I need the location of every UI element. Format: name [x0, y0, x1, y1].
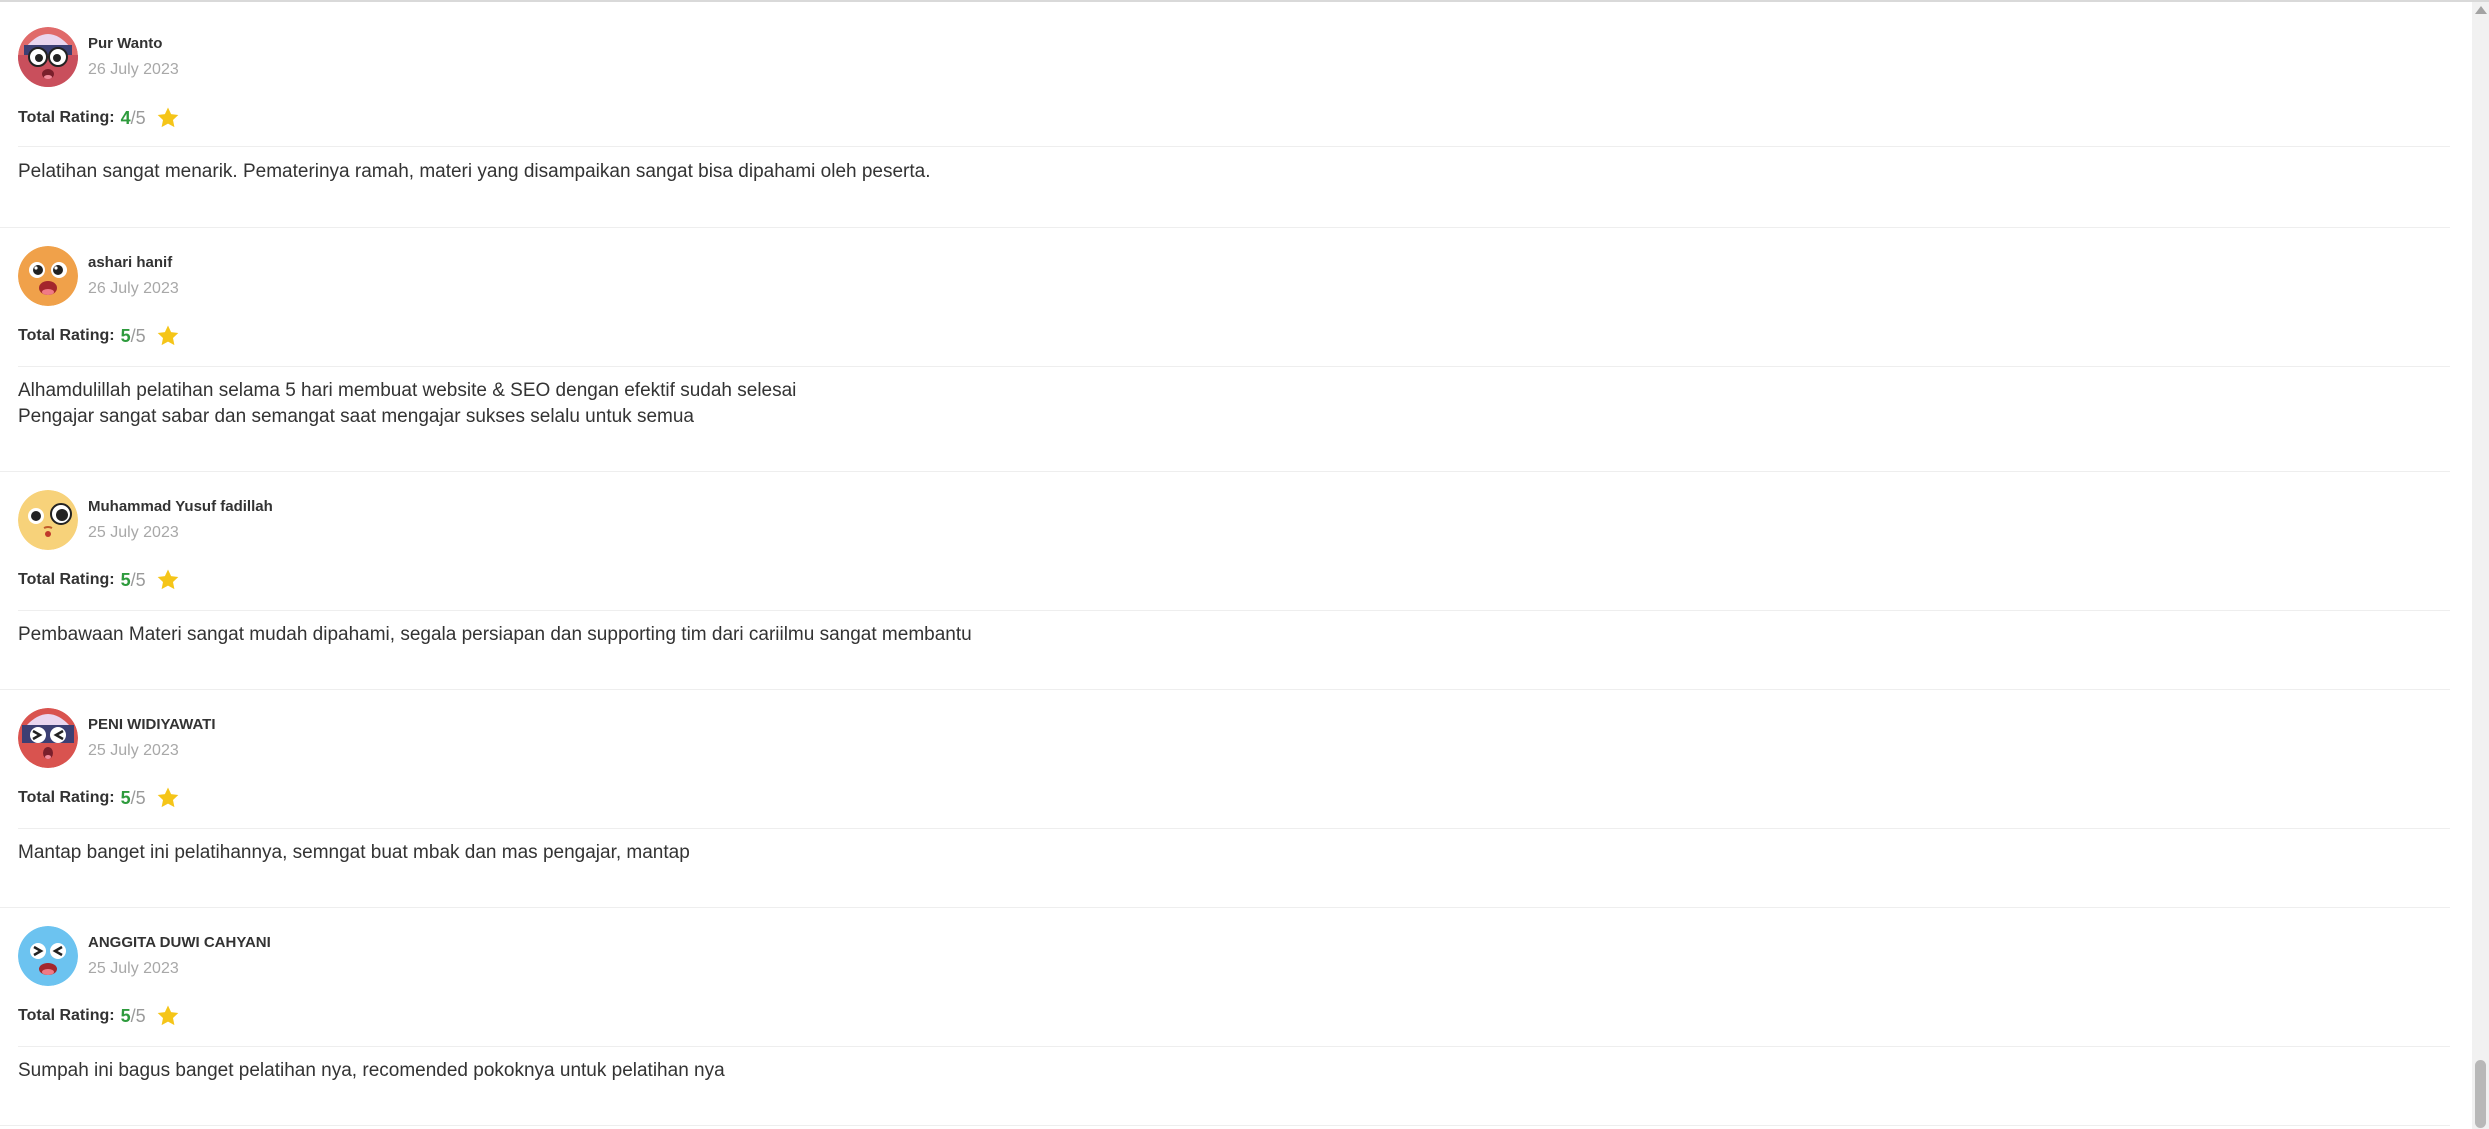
review-text: Pembawaan Materi sangat mudah dipahami, … [18, 622, 972, 648]
red-helmet-squint-face-icon [18, 708, 78, 768]
star-icon [157, 787, 178, 808]
orange-surprised-face-icon [18, 246, 78, 306]
review-date: 25 July 2023 [88, 742, 179, 759]
avatar[interactable] [18, 708, 78, 768]
rating-max: /5 [130, 569, 146, 590]
review-text-line: Pengajar sangat sabar dan semangat saat … [18, 406, 694, 427]
orange-pink-helmet-face-icon [18, 27, 78, 87]
reviewer-name: Pur Wanto [88, 35, 163, 52]
yellow-googly-eyes-face-icon [18, 490, 78, 550]
divider [18, 828, 2450, 829]
divider [18, 610, 2450, 611]
reviews-page: Pur Wanto 26 July 2023 Total Rating: 4 /… [0, 0, 2489, 1129]
rating-row: Total Rating: 4 /5 [18, 105, 180, 131]
rating-row: Total Rating: 5 /5 [18, 1003, 180, 1029]
scrollbar-thumb[interactable] [2475, 1060, 2486, 1128]
review-text-line: Pembawaan Materi sangat mudah dipahami, … [18, 624, 972, 645]
rating-value: 5 [120, 1005, 131, 1026]
star-icon [157, 325, 178, 346]
rating-value: 5 [120, 569, 131, 590]
avatar[interactable] [18, 246, 78, 306]
rating-max: /5 [130, 787, 146, 808]
review-item: ANGGITA DUWI CAHYANI 25 July 2023 Total … [0, 907, 2450, 1126]
star-icon [157, 107, 178, 128]
rating-max: /5 [130, 325, 146, 346]
review-date: 26 July 2023 [88, 280, 179, 297]
divider [18, 146, 2450, 147]
review-text-line: Mantap banget ini pelatihannya, semngat … [18, 842, 690, 863]
avatar[interactable] [18, 926, 78, 986]
review-text: Pelatihan sangat menarik. Pematerinya ra… [18, 159, 931, 185]
review-text-line: Sumpah ini bagus banget pelatihan nya, r… [18, 1060, 725, 1081]
rating-max: /5 [130, 107, 146, 128]
rating-value: 4 [120, 107, 131, 128]
review-date: 25 July 2023 [88, 524, 179, 541]
review-date: 25 July 2023 [88, 960, 179, 977]
review-text: Sumpah ini bagus banget pelatihan nya, r… [18, 1058, 725, 1084]
divider [18, 1046, 2450, 1047]
blue-squint-face-icon [18, 926, 78, 986]
rating-label: Total Rating: [18, 571, 115, 588]
star-icon [157, 569, 178, 590]
divider [18, 366, 2450, 367]
review-text: Alhamdulillah pelatihan selama 5 hari me… [18, 378, 796, 430]
review-item: Pur Wanto 26 July 2023 Total Rating: 4 /… [0, 2, 2450, 228]
rating-max: /5 [130, 1005, 146, 1026]
avatar[interactable] [18, 490, 78, 550]
rating-value: 5 [120, 325, 131, 346]
star-icon [157, 1005, 178, 1026]
rating-row: Total Rating: 5 /5 [18, 567, 180, 593]
rating-value: 5 [120, 787, 131, 808]
rating-row: Total Rating: 5 /5 [18, 785, 180, 811]
review-item: Muhammad Yusuf fadillah 25 July 2023 Tot… [0, 471, 2450, 690]
vertical-scrollbar[interactable] [2472, 2, 2489, 1129]
review-text-line: Pelatihan sangat menarik. Pematerinya ra… [18, 161, 931, 182]
review-date: 26 July 2023 [88, 61, 179, 78]
rating-label: Total Rating: [18, 1007, 115, 1024]
scroll-up-arrow-icon[interactable] [2475, 6, 2487, 14]
rating-label: Total Rating: [18, 327, 115, 344]
rating-label: Total Rating: [18, 789, 115, 806]
reviewer-name: ashari hanif [88, 254, 173, 271]
reviewer-name: Muhammad Yusuf fadillah [88, 498, 273, 515]
reviewer-name: PENI WIDIYAWATI [88, 716, 216, 733]
avatar[interactable] [18, 27, 78, 87]
review-item: PENI WIDIYAWATI 25 July 2023 Total Ratin… [0, 689, 2450, 908]
review-text-line: Alhamdulillah pelatihan selama 5 hari me… [18, 380, 797, 401]
review-text: Mantap banget ini pelatihannya, semngat … [18, 840, 690, 866]
reviewer-name: ANGGITA DUWI CAHYANI [88, 934, 271, 951]
rating-label: Total Rating: [18, 109, 115, 126]
review-item: ashari hanif 26 July 2023 Total Rating: … [0, 227, 2450, 472]
rating-row: Total Rating: 5 /5 [18, 323, 180, 349]
